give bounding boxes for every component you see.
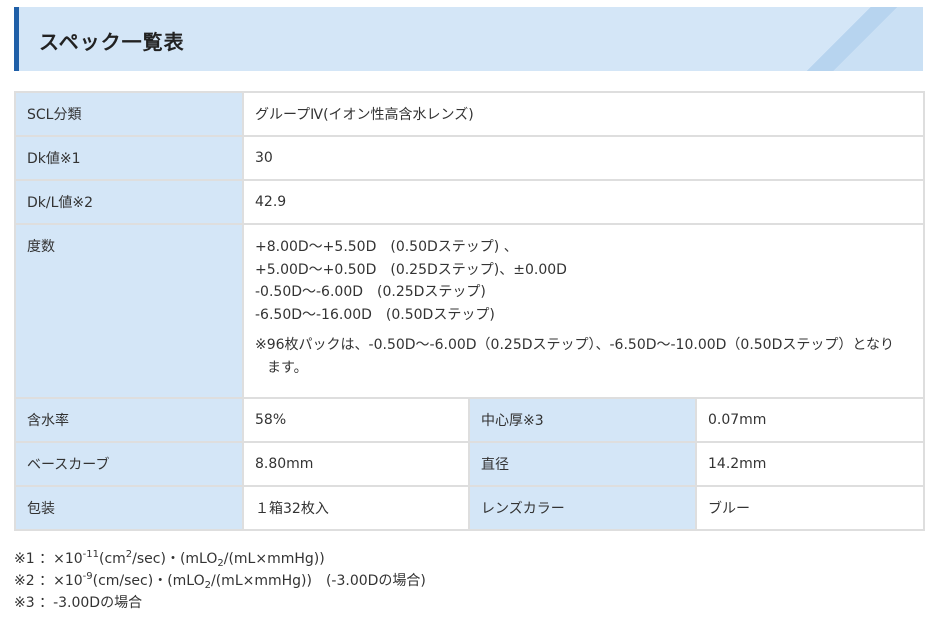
footnote-3: ※3 ：-3.00Dの場合	[14, 595, 143, 611]
scl-value: グループⅣ(イオン性高含水レンズ)	[241, 91, 926, 137]
table-row: ベースカーブ 8.80mm 直径 14.2mm	[14, 441, 926, 487]
package-value: １箱32枚入	[242, 485, 470, 531]
power-range-list: +8.00D～+5.50D (0.50Dステップ) 、 +5.00D～+0.50…	[255, 236, 912, 326]
power-range-line: +5.00D～+0.50D (0.25Dステップ)、±0.00D	[255, 261, 567, 278]
table-row: 包装 １箱32枚入 レンズカラー ブルー	[14, 485, 926, 531]
power-range-line: +8.00D～+5.50D (0.50Dステップ) 、	[255, 239, 518, 255]
table-row: 度数 +8.00D～+5.50D (0.50Dステップ) 、 +5.00D～+0…	[14, 223, 926, 399]
center-value: 0.07mm	[694, 397, 926, 443]
power-note-continuation: ます。	[267, 360, 308, 376]
table-row: 含水率 58% 中心厚※3 0.07mm	[14, 397, 926, 443]
power-range-line: -6.50D～-16.00D (0.50Dステップ)	[255, 306, 495, 323]
water-value: 58%	[242, 397, 470, 443]
dk-label: Dk値※1	[14, 135, 244, 181]
footnote-2: ※2 ：×10-9(cm/sec)・(mLO2/(mL×mmHg)) (-3.0…	[14, 571, 426, 591]
diameter-value: 14.2mm	[694, 441, 926, 487]
header-decoration	[763, 7, 923, 71]
dk-value: 30	[241, 135, 926, 181]
footnote-1: ※1 ：×10-11(cm2/sec)・(mLO2/(mL×mmHg))	[14, 549, 325, 569]
section-header: スペック一覧表	[14, 7, 923, 71]
table-row: SCL分類 グループⅣ(イオン性高含水レンズ)	[14, 91, 926, 137]
power-value: +8.00D～+5.50D (0.50Dステップ) 、 +5.00D～+0.50…	[241, 223, 926, 399]
power-note: ※96枚パックは、-0.50D～-6.00D（0.25Dステップ）、-6.50D…	[255, 334, 912, 380]
scl-label: SCL分類	[14, 91, 244, 137]
bc-value: 8.80mm	[242, 441, 470, 487]
footnotes: ※1 ：×10-11(cm2/sec)・(mLO2/(mL×mmHg)) ※2 …	[14, 548, 426, 614]
page-title: スペック一覧表	[39, 30, 185, 54]
dkl-label: Dk/L値※2	[14, 179, 244, 225]
power-note-text: ※96枚パックは、-0.50D～-6.00D（0.25Dステップ）、-6.50D…	[255, 337, 894, 353]
water-label: 含水率	[14, 397, 244, 443]
dkl-value: 42.9	[241, 179, 926, 225]
color-label: レンズカラー	[468, 485, 697, 531]
power-range-line: -0.50D～-6.00D (0.25Dステップ)	[255, 284, 486, 300]
table-row: Dk/L値※2 42.9	[14, 179, 926, 225]
color-value: ブルー	[694, 485, 926, 531]
bc-label: ベースカーブ	[14, 441, 244, 487]
table-row: Dk値※1 30	[14, 135, 926, 181]
diameter-label: 直径	[468, 441, 697, 487]
spec-table: SCL分類 グループⅣ(イオン性高含水レンズ) Dk値※1 30 Dk/L値※2…	[14, 91, 926, 531]
package-label: 包装	[14, 485, 244, 531]
center-label: 中心厚※3	[468, 397, 697, 443]
power-label: 度数	[14, 223, 244, 399]
